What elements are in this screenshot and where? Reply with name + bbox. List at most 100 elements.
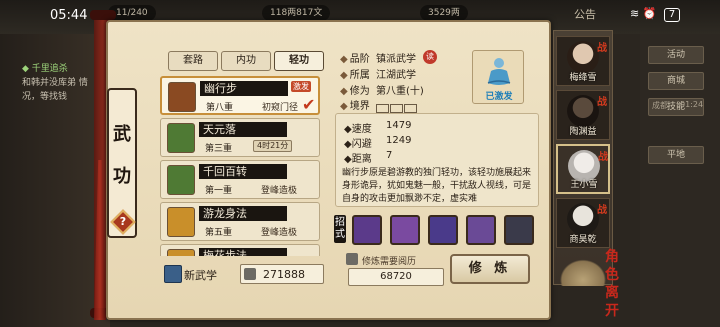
silver-counter: 3529两 [420, 5, 468, 21]
skill-card-meihuabufa[interactable]: 梅花步法 [160, 244, 320, 256]
character-tab-bottom: 离开 [605, 285, 619, 319]
distance-value: 7 [386, 150, 393, 161]
character-slot-1[interactable]: 战 梅绛雪 [556, 36, 610, 86]
title-char-1: 武 [113, 124, 131, 145]
experience-box: 271888 [240, 264, 324, 284]
avatar [567, 41, 599, 73]
cultivation-label: ◆ 修为 [340, 86, 370, 97]
skill-card-youxingbu[interactable]: 幽行步 激发 第八重 初窥门径 ✔ [160, 76, 320, 115]
battle-icon: 战 [597, 43, 607, 54]
wifi-icon: ≋ [630, 7, 640, 20]
skill-timer: 4时21分 [253, 140, 293, 152]
scroll-icon [346, 253, 358, 265]
tab-inner-skill[interactable]: 内功 [221, 51, 271, 71]
move-slot-3[interactable] [428, 215, 458, 245]
skill-level: 第一重 [205, 186, 233, 196]
speed-label: ◆速度 [344, 124, 372, 135]
avatar [567, 95, 599, 127]
tab-lightness-skill[interactable]: 轻功 [274, 51, 324, 71]
character-name: 商昊乾 [569, 235, 597, 245]
system-status: ≋ ⏰ 7 [630, 7, 681, 22]
cultivation-value: 第八重(十) [376, 86, 424, 97]
practice-cost: 68720 [348, 268, 444, 286]
money-counter: 118两817文 [262, 5, 331, 21]
skill-name: 千回百转 [199, 164, 287, 179]
book-icon [167, 249, 195, 256]
character-tab[interactable]: 角色 离开 [605, 248, 631, 320]
check-icon: ✔ [302, 95, 316, 114]
skill-stage: 登峰造极 [261, 228, 298, 238]
title-char-2: 功 [113, 166, 131, 187]
skill-stage: 初窥门径 [262, 103, 299, 113]
skill-description: 幽行步原是碧游教的独门轻功，该轻功施展起来身形诡异，犹如鬼魅一般，干扰敌人视线，… [342, 168, 532, 204]
activated-label: 已激发 [485, 92, 513, 102]
new-skill-label[interactable]: 新武学 [184, 267, 217, 283]
new-skill-icon[interactable] [164, 265, 182, 283]
clock-label: 01:24 [680, 100, 704, 109]
practice-label: 修炼需要阅历 [362, 257, 417, 267]
sect-badge: 读 [423, 50, 437, 64]
help-icon: ? [119, 215, 127, 228]
character-slot-4[interactable]: 战 商昊乾 [556, 198, 610, 248]
move-slot-4[interactable] [466, 215, 496, 245]
notice-button[interactable]: 公告 [574, 6, 596, 22]
skill-portrait: 已激发 [472, 50, 524, 104]
move-slot-2[interactable] [390, 215, 420, 245]
stats-box: ◆速度 1479 ◆闪避 1249 ◆距离 7 幽行步原是碧游教的独门轻功，该轻… [335, 113, 539, 207]
skill-name: 梅花步法 [199, 248, 287, 256]
activity-button[interactable]: 活动 [648, 46, 704, 64]
battle-icon: 战 [597, 205, 607, 216]
activated-tag: 激发 [291, 81, 311, 92]
battle-icon: 战 [598, 152, 608, 163]
battery-icon: 7 [663, 8, 681, 22]
skill-name: 游龙身法 [199, 206, 287, 221]
quest-text: 和韩并没库弟 情况，等找钱 [22, 78, 88, 102]
book-icon [167, 165, 195, 195]
character-name: 陶渊益 [569, 127, 597, 137]
skill-list: 幽行步 激发 第八重 初窥门径 ✔ 天元落 第三重 4时21分 千回百转 第一重… [160, 76, 325, 256]
avatar [567, 203, 599, 235]
speed-value: 1479 [386, 120, 412, 131]
move-slot-1[interactable] [352, 215, 382, 245]
shop-button[interactable]: 商城 [648, 72, 704, 90]
skill-stage: 登峰造极 [261, 186, 298, 196]
book-icon [167, 123, 195, 153]
move-slot-5[interactable] [504, 215, 534, 245]
character-slot-2[interactable]: 战 陶渊益 [556, 90, 610, 140]
skill-card-youlongshenfa[interactable]: 游龙身法 第五重 登峰造极 [160, 202, 320, 241]
skill-name: 幽行步 [200, 81, 288, 96]
city-label: 成都 [652, 101, 668, 110]
realm-label: ◆ 境界 [340, 101, 370, 112]
dodge-label: ◆闪避 [344, 139, 372, 150]
skill-level: 第五重 [205, 228, 233, 238]
status-time: 05:44 [50, 8, 88, 23]
character-name: 王小雪 [570, 180, 598, 190]
faction-value: 江湖武学 [376, 70, 416, 81]
train-button[interactable]: 修 炼 [450, 254, 530, 284]
skill-card-qianhuibaizhuan[interactable]: 千回百转 第一重 登峰造极 [160, 160, 320, 199]
terrain-button[interactable]: 平地 [648, 146, 704, 164]
skill-card-tianyuanluo[interactable]: 天元落 第三重 4时21分 [160, 118, 320, 157]
moves-label: 招式 [334, 215, 346, 243]
tab-routine[interactable]: 套路 [168, 51, 218, 71]
character-slot-3[interactable]: 战 王小雪 [556, 144, 610, 194]
skill-level: 第八重 [206, 103, 234, 113]
quest-title: ◆ 千里追杀 [22, 64, 68, 74]
quest-tracker[interactable]: ◆ 千里追杀 和韩并没库弟 情况，等找钱 [22, 62, 102, 104]
character-name: 梅绛雪 [569, 73, 597, 83]
book-icon [167, 207, 195, 237]
experience-icon [244, 268, 256, 280]
dodge-value: 1249 [386, 135, 412, 146]
skill-name: 天元落 [199, 122, 287, 137]
battle-icon: 战 [597, 97, 607, 108]
faction-label: ◆ 所属 [340, 70, 370, 81]
book-icon [168, 82, 196, 112]
grade-value: 镇派武学 [376, 54, 416, 65]
alarm-icon: ⏰ [642, 7, 657, 20]
distance-label: ◆距离 [344, 154, 372, 165]
straw-hat-icon[interactable] [556, 256, 610, 286]
skill-level: 第三重 [205, 144, 233, 154]
experience-value: 271888 [263, 268, 305, 281]
meditating-figure-icon [487, 58, 511, 85]
grade-label: ◆ 品阶 [340, 54, 370, 65]
